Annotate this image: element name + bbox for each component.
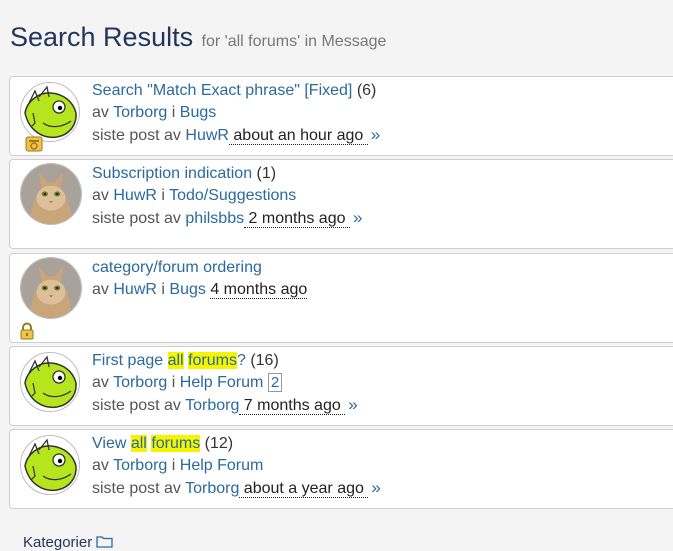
topic-icon xyxy=(25,136,43,152)
categories-label: Kategorier xyxy=(23,534,93,551)
page-heading: Search Results for 'all forums' in Messa… xyxy=(10,22,386,53)
post-time: 2 months ago xyxy=(244,210,350,228)
by-label: av xyxy=(92,187,109,204)
author-link[interactable]: HuwR xyxy=(113,187,157,204)
forum-link[interactable]: Help Forum xyxy=(180,374,264,391)
reply-count: (16) xyxy=(250,352,279,369)
forum-link[interactable]: Help Forum xyxy=(180,457,264,474)
in-label: i xyxy=(161,187,165,204)
last-post-label: siste post av xyxy=(92,480,181,497)
last-poster-link[interactable]: philsbbs xyxy=(185,210,244,227)
page-link[interactable]: 2 xyxy=(267,373,283,392)
post-time: about an hour ago xyxy=(228,127,368,145)
topic-title-link[interactable]: First page all forums? xyxy=(92,352,246,369)
topic-title-link[interactable]: Search "Match Exact phrase" [Fixed] xyxy=(92,82,352,99)
in-label: i xyxy=(161,281,165,298)
avatar[interactable] xyxy=(20,257,82,319)
page-title: Search Results xyxy=(10,22,194,52)
folder-icon xyxy=(96,536,114,548)
result-row: Subscription indication (1) av HuwR i To… xyxy=(9,159,673,249)
forum-link[interactable]: Bugs xyxy=(180,104,216,121)
page-subtitle: for 'all forums' in Message xyxy=(201,33,387,50)
avatar[interactable] xyxy=(20,352,80,412)
last-poster-link[interactable]: HuwR xyxy=(185,127,229,144)
avatar[interactable] xyxy=(20,82,80,142)
post-time: 4 months ago xyxy=(210,281,308,299)
last-poster-link[interactable]: Torborg xyxy=(185,480,239,497)
by-label: av xyxy=(92,104,109,121)
post-time: about a year ago xyxy=(239,480,369,498)
last-post-label: siste post av xyxy=(92,127,181,144)
author-link[interactable]: Torborg xyxy=(113,104,167,121)
by-label: av xyxy=(92,374,109,391)
categories-link[interactable]: Kategorier xyxy=(23,534,114,551)
in-label: i xyxy=(171,104,176,121)
by-label: av xyxy=(92,281,109,298)
author-link[interactable]: Torborg xyxy=(113,457,167,474)
post-time: 7 months ago xyxy=(239,397,346,415)
result-row: First page all forums? (16) av Torborg i… xyxy=(9,346,673,426)
search-highlight: all xyxy=(167,352,184,369)
forum-link[interactable]: Bugs xyxy=(169,281,205,298)
search-highlight: forums xyxy=(188,352,237,369)
lock-icon xyxy=(20,322,34,340)
result-row: View all forums (12) av Torborg i Help F… xyxy=(9,429,673,509)
avatar[interactable] xyxy=(20,435,80,495)
avatar[interactable] xyxy=(20,163,82,225)
result-row: Search "Match Exact phrase" [Fixed] (6) … xyxy=(9,76,673,156)
last-poster-link[interactable]: Torborg xyxy=(185,397,239,414)
author-link[interactable]: HuwR xyxy=(113,281,157,298)
last-post-label: siste post av xyxy=(92,210,181,227)
in-label: i xyxy=(171,374,176,391)
by-label: av xyxy=(92,457,109,474)
search-highlight: all xyxy=(130,435,147,452)
topic-title-link[interactable]: Subscription indication xyxy=(92,165,252,182)
forum-link[interactable]: Todo/Suggestions xyxy=(169,187,296,204)
topic-title-link[interactable]: View all forums xyxy=(92,435,201,452)
reply-count: (1) xyxy=(256,165,277,182)
in-label: i xyxy=(171,457,176,474)
search-highlight: forums xyxy=(151,435,201,452)
result-row: category/forum ordering av HuwR i Bugs 4… xyxy=(9,253,673,343)
jump-to-last-post-icon[interactable]: » xyxy=(348,395,357,414)
jump-to-last-post-icon[interactable]: » xyxy=(371,125,380,144)
reply-count: (6) xyxy=(356,82,377,99)
jump-to-last-post-icon[interactable]: » xyxy=(371,478,380,497)
author-link[interactable]: Torborg xyxy=(113,374,167,391)
reply-count: (12) xyxy=(204,435,234,452)
topic-title-link[interactable]: category/forum ordering xyxy=(92,259,262,276)
last-post-label: siste post av xyxy=(92,397,181,414)
jump-to-last-post-icon[interactable]: » xyxy=(353,208,362,227)
